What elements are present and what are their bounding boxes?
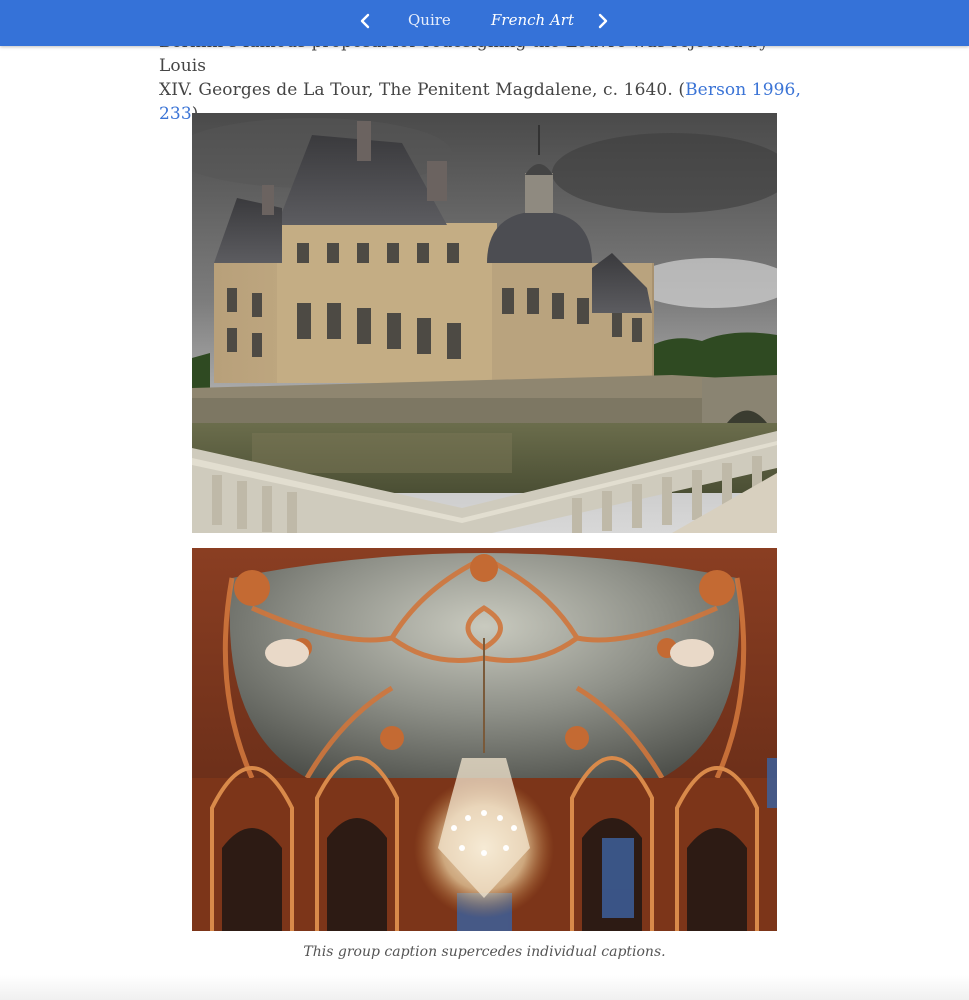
current-page-title: French Art bbox=[491, 11, 574, 29]
chevron-right-icon bbox=[598, 13, 608, 29]
group-caption: This group caption supercedes individual… bbox=[303, 944, 666, 960]
top-navigation-bar: Quire French Art bbox=[0, 0, 969, 46]
paragraph-text: XIV. Georges de La Tour, The Penitent Ma… bbox=[159, 80, 686, 100]
home-link[interactable]: Quire bbox=[408, 11, 451, 29]
chateau-photo bbox=[192, 113, 777, 533]
rococo-ceiling-photo bbox=[192, 548, 777, 931]
chevron-left-icon bbox=[360, 13, 370, 29]
next-page-button[interactable] bbox=[589, 9, 617, 33]
page-bottom-fade bbox=[0, 975, 969, 1000]
previous-page-button[interactable] bbox=[351, 9, 379, 33]
